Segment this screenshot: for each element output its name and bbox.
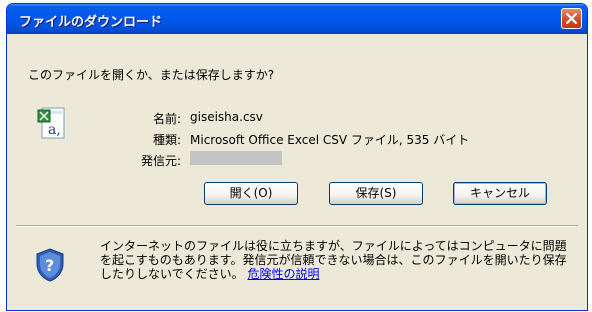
type-label: 種類: [152,133,181,147]
open-button[interactable]: 開く(O) [204,182,298,205]
security-shield-icon: ? [34,247,66,283]
save-button[interactable]: 保存(S) [329,182,423,205]
title-bar[interactable]: ファイルのダウンロード [7,4,587,34]
from-label: 発信元: [140,154,181,168]
cancel-button[interactable]: キャンセル [453,182,547,205]
security-warning: インターネットのファイルは役に立ちますが、ファイルによってはコンピュータに問題を… [100,239,570,281]
excel-csv-file-icon: a, [36,106,68,142]
file-download-dialog: ファイルのダウンロード このファイルを開くか、または保存しますか? a, 名前:… [6,3,588,311]
from-value-redacted [190,151,282,165]
question-text: このファイルを開くか、または保存しますか? [28,68,275,82]
name-label: 名前: [152,112,181,126]
warning-text: インターネットのファイルは役に立ちますが、ファイルによってはコンピュータに問題を… [100,239,567,281]
dialog-body: このファイルを開くか、または保存しますか? a, 名前: giseisha.cs… [10,34,584,307]
divider [16,225,578,227]
svg-text:a,: a, [48,122,61,138]
file-name: giseisha.csv [190,110,263,124]
risk-explanation-link[interactable]: 危険性の説明 [247,267,319,281]
close-button[interactable] [561,8,582,29]
svg-text:?: ? [45,256,54,275]
close-icon [566,13,577,24]
window-title: ファイルのダウンロード [19,15,163,30]
file-type: Microsoft Office Excel CSV ファイル, 535 バイト [190,133,470,147]
